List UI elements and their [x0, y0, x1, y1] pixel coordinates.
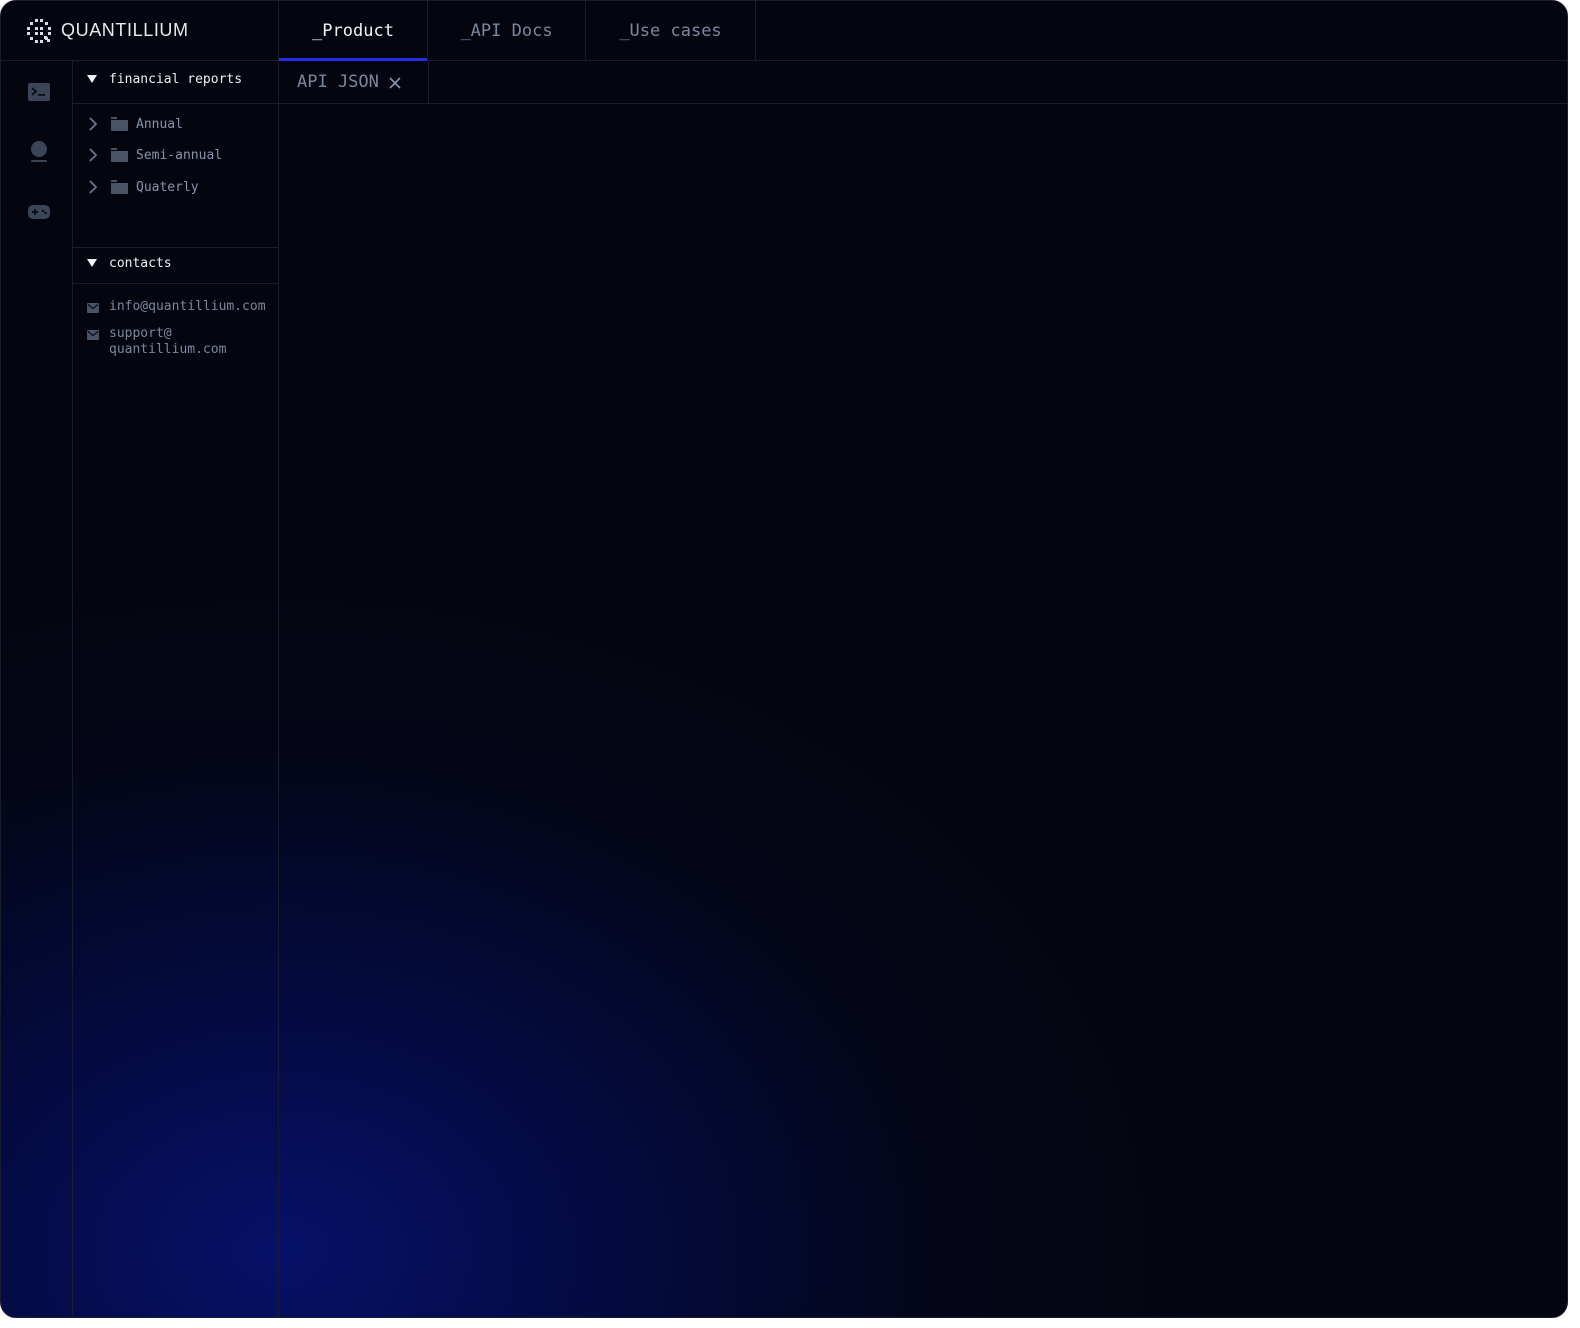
- divider: [73, 103, 279, 104]
- nav-tab-use-cases[interactable]: _Use cases: [586, 1, 756, 60]
- editor-tab-api-json[interactable]: API JSON: [279, 61, 429, 103]
- contact-label: support@ quantillium.com: [109, 326, 227, 357]
- section-financial-reports[interactable]: financial reports: [73, 61, 279, 97]
- terminal-icon[interactable]: [27, 80, 51, 104]
- folder-icon: [111, 180, 128, 194]
- nav-tab-product[interactable]: _Product: [279, 1, 428, 61]
- folder-annual[interactable]: Annual: [87, 114, 183, 134]
- divider: [73, 283, 279, 284]
- editor-tab-bar: API JSON: [279, 61, 1567, 104]
- folder-semi-annual[interactable]: Semi-annual: [87, 145, 222, 165]
- contact-label: info@quantillium.com: [109, 299, 266, 314]
- nav-tab-label: _Product: [312, 20, 394, 41]
- editor-canvas[interactable]: [279, 104, 1567, 1317]
- caret-down-icon: [87, 75, 97, 83]
- brand[interactable]: QUANTILLIUM: [1, 1, 279, 60]
- contact-support-email[interactable]: support@ quantillium.com: [87, 326, 269, 358]
- quantillium-logo-icon: [27, 18, 51, 43]
- brand-name: QUANTILLIUM: [61, 20, 189, 40]
- explorer-panel: financial reports Annual Semi-annual Qua…: [73, 61, 279, 1317]
- mail-icon: [87, 330, 99, 340]
- folder-icon: [111, 148, 128, 162]
- top-navigation-bar: QUANTILLIUM _Product _API Docs _Use case…: [1, 1, 1567, 61]
- folder-icon: [111, 117, 128, 131]
- contact-info-email[interactable]: info@quantillium.com: [87, 299, 269, 315]
- nav-tab-api-docs[interactable]: _API Docs: [428, 1, 586, 60]
- chevron-right-icon: [89, 180, 98, 194]
- folder-label: Quaterly: [136, 179, 199, 195]
- section-contacts[interactable]: contacts: [73, 245, 279, 281]
- activity-bar: [1, 61, 73, 1317]
- folder-quaterly[interactable]: Quaterly: [87, 177, 199, 197]
- chevron-right-icon: [89, 148, 98, 162]
- mail-icon: [87, 303, 99, 313]
- app-window: QUANTILLIUM _Product _API Docs _Use case…: [0, 0, 1568, 1318]
- nav-tab-label: _API Docs: [460, 20, 553, 41]
- section-title: financial reports: [109, 71, 243, 87]
- section-title: contacts: [109, 255, 172, 271]
- nav-tab-label: _Use cases: [619, 20, 722, 41]
- editor-tab-label: API JSON: [297, 72, 379, 92]
- gamepad-icon[interactable]: [27, 200, 51, 224]
- caret-down-icon: [87, 259, 97, 267]
- folder-label: Semi-annual: [136, 147, 223, 163]
- chevron-right-icon: [89, 117, 98, 131]
- folder-label: Annual: [136, 116, 183, 132]
- user-icon[interactable]: [27, 139, 51, 163]
- close-icon[interactable]: [389, 77, 401, 89]
